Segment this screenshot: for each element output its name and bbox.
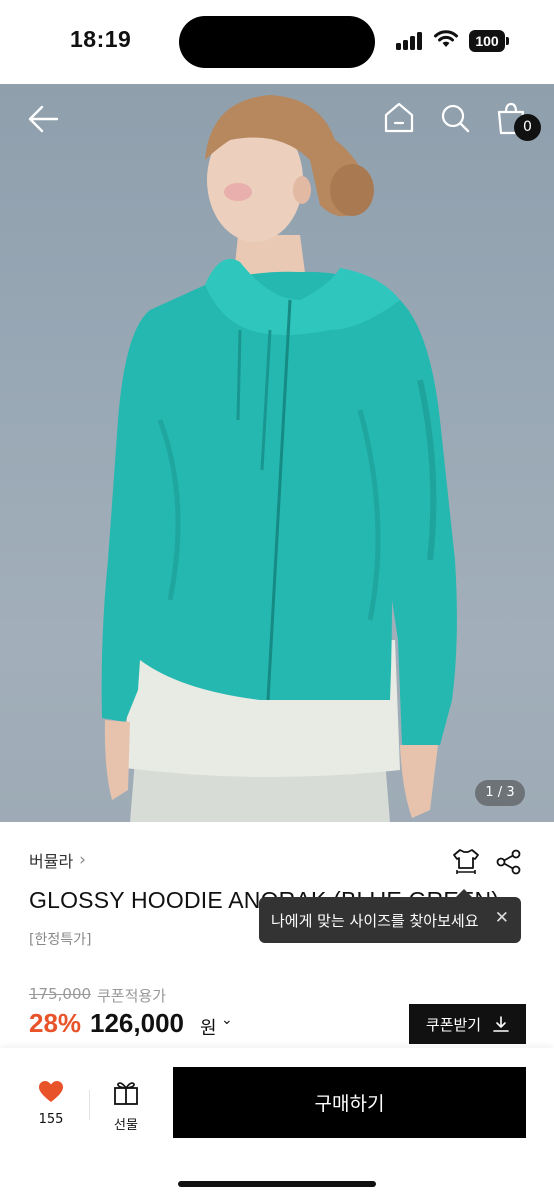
gallery-page-indicator: 1 / 3: [475, 780, 525, 806]
original-price: 175,000: [29, 985, 92, 1003]
buy-button-label: 구매하기: [314, 1093, 385, 1115]
dynamic-island: [179, 16, 375, 68]
wifi-icon: [434, 30, 458, 47]
like-button[interactable]: 155: [30, 1080, 72, 1127]
divider: [89, 1090, 90, 1120]
search-icon[interactable]: [440, 103, 470, 133]
brand-name: 버뮬라: [29, 852, 74, 871]
gift-icon: [114, 1082, 138, 1105]
like-count: 155: [38, 1112, 64, 1127]
share-icon[interactable]: [496, 849, 522, 875]
coupon-button-label: 쿠폰받기: [425, 1015, 482, 1034]
battery-indicator: 100: [469, 30, 509, 52]
coupon-price-label: 쿠폰적용가: [97, 987, 167, 1005]
status-bar: 18:19 100: [0, 0, 554, 84]
chevron-right-icon: ›: [79, 850, 86, 870]
gift-label: 선물: [114, 1118, 138, 1133]
cellular-signal-icon: [396, 32, 426, 50]
cart-count-badge[interactable]: 0: [514, 114, 541, 141]
size-fit-icon[interactable]: [452, 847, 480, 875]
sale-price: 126,000: [90, 1008, 184, 1038]
gift-button[interactable]: 선물: [106, 1080, 146, 1133]
discount-rate: 28%: [29, 1008, 82, 1038]
buy-button[interactable]: 구매하기: [173, 1067, 526, 1138]
back-arrow-icon[interactable]: [27, 104, 59, 134]
home-icon[interactable]: [383, 101, 415, 133]
home-indicator: [178, 1181, 376, 1187]
heart-icon: [39, 1081, 63, 1102]
currency-label: 원: [200, 1018, 217, 1039]
size-finder-tooltip[interactable]: 나에게 맞는 사이즈를 찾아보세요 ✕: [259, 889, 521, 943]
promo-tag: [한정특가]: [29, 932, 92, 948]
tooltip-text: 나에게 맞는 사이즈를 찾아보세요: [271, 911, 479, 930]
status-time: 18:19: [70, 26, 132, 52]
brand-link[interactable]: 버뮬라 ›: [29, 848, 86, 872]
get-coupon-button[interactable]: 쿠폰받기: [409, 1004, 526, 1044]
download-icon: [493, 1016, 509, 1032]
close-icon[interactable]: ✕: [495, 908, 509, 928]
product-image[interactable]: [0, 84, 554, 822]
model-photo: [101, 95, 457, 822]
price-detail-chevron-icon[interactable]: ⌄: [221, 1012, 233, 1028]
